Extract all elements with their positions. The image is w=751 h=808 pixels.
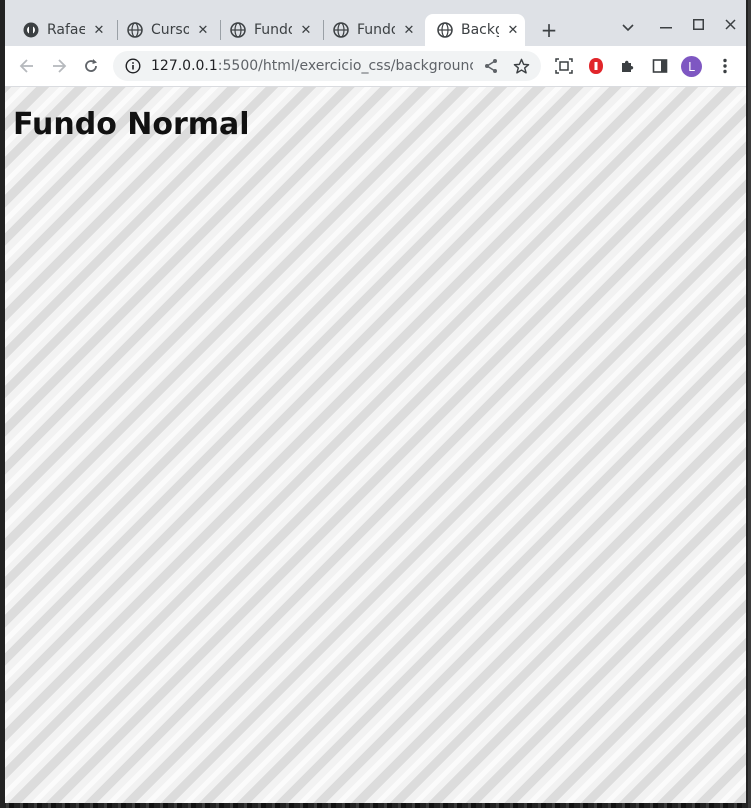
close-window-button[interactable]: [716, 12, 744, 36]
close-icon[interactable]: ✕: [195, 22, 211, 38]
close-icon[interactable]: ✕: [505, 22, 521, 38]
chevron-down-icon[interactable]: [614, 16, 642, 40]
side-panel-icon[interactable]: [648, 54, 672, 78]
star-bookmark-icon[interactable]: [509, 54, 533, 78]
page-viewport: Fundo Normal: [5, 87, 746, 803]
close-icon[interactable]: ✕: [298, 22, 314, 38]
browser-window: Rafae ✕ Curso ✕ Fundo ✕ Fundo ✕: [5, 0, 746, 803]
globe-icon: [437, 22, 453, 38]
globe-icon: [127, 22, 143, 38]
tab-title: Rafae: [47, 22, 85, 38]
url-host: 127.0.0.1: [151, 58, 218, 74]
reload-icon[interactable]: [79, 54, 103, 78]
menu-kebab-icon[interactable]: [713, 54, 737, 78]
tab-title: Backg: [461, 22, 499, 38]
tab-title: Curso: [151, 22, 189, 38]
profile-avatar[interactable]: L: [681, 56, 702, 77]
new-tab-button[interactable]: +: [537, 18, 561, 42]
close-icon[interactable]: ✕: [91, 22, 107, 38]
puzzle-extensions-icon[interactable]: [616, 54, 640, 78]
url-path: :5500/html/exercicio_css/background_i...: [217, 58, 473, 74]
globe-icon: [230, 22, 246, 38]
info-icon[interactable]: [125, 58, 141, 74]
forward-arrow-icon[interactable]: [47, 54, 71, 78]
address-bar[interactable]: 127.0.0.1:5500/html/exercicio_css/backgr…: [113, 51, 541, 81]
screen-capture-icon[interactable]: [552, 54, 576, 78]
tab-4[interactable]: Fundo ✕: [321, 14, 425, 46]
toolbar: 127.0.0.1:5500/html/exercicio_css/backgr…: [5, 46, 746, 87]
globe-icon: [333, 22, 349, 38]
url-text[interactable]: 127.0.0.1:5500/html/exercicio_css/backgr…: [151, 58, 473, 74]
tab-5-active[interactable]: Backg ✕: [425, 14, 525, 46]
tab-2[interactable]: Curso ✕: [115, 14, 219, 46]
maximize-button[interactable]: [684, 12, 712, 36]
tab-title: Fundo: [254, 22, 292, 38]
back-arrow-icon[interactable]: [15, 54, 39, 78]
tab-title: Fundo: [357, 22, 395, 38]
page-heading: Fundo Normal: [13, 107, 250, 142]
share-icon[interactable]: [479, 54, 503, 78]
tab-strip: Rafae ✕ Curso ✕ Fundo ✕ Fundo ✕: [5, 0, 746, 46]
extension-red-icon[interactable]: [584, 54, 608, 78]
github-icon: [23, 22, 39, 38]
tab-1[interactable]: Rafae ✕: [11, 14, 115, 46]
tab-3[interactable]: Fundo ✕: [218, 14, 322, 46]
minimize-button[interactable]: [652, 16, 680, 40]
close-icon[interactable]: ✕: [401, 22, 417, 38]
